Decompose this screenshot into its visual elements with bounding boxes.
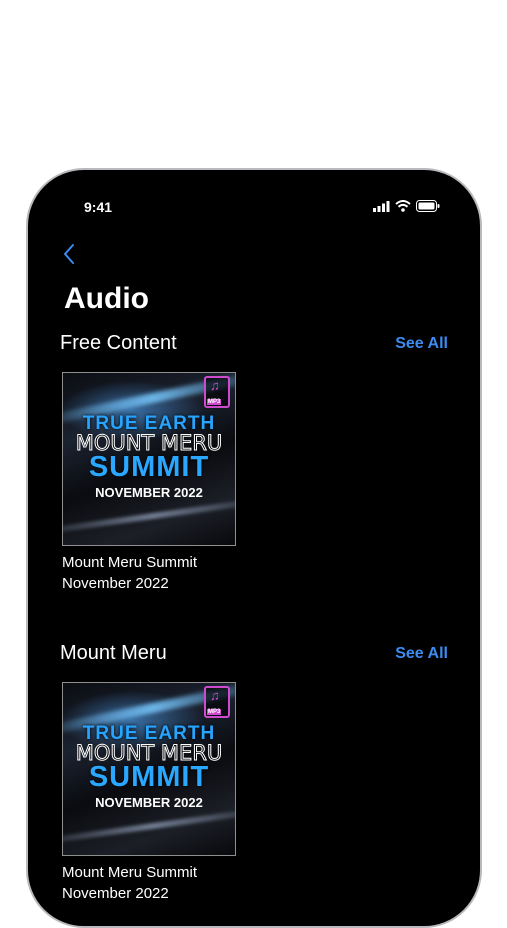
section-title-free-content: Free Content bbox=[60, 332, 177, 354]
back-button[interactable] bbox=[62, 242, 82, 268]
album-artwork: ♫ MP3 TRUE EARTH MOUNT MERU SUMMIT NOVEM… bbox=[62, 372, 236, 546]
wifi-icon bbox=[395, 200, 411, 212]
audio-card-title: Mount Meru Summit November 2022 bbox=[62, 864, 198, 902]
audio-card[interactable]: ♫ MP3 TRUE EARTH MOUNT MERU SUMMIT NOVEM… bbox=[62, 372, 236, 594]
music-note-icon: ♫ bbox=[210, 378, 220, 393]
audio-card-title: Mount Meru Summit November 2022 bbox=[62, 554, 198, 592]
phone-frame: 9:41 Audio Free Content See All ♫ MP3 TR… bbox=[26, 168, 482, 928]
section-title-mount-meru: Mount Meru bbox=[60, 642, 167, 664]
see-all-free-content-button[interactable]: See All bbox=[395, 335, 448, 353]
music-note-icon: ♫ bbox=[210, 688, 220, 703]
signal-icon bbox=[373, 200, 390, 212]
see-all-mount-meru-button[interactable]: See All bbox=[395, 645, 448, 663]
status-time: 9:41 bbox=[84, 199, 113, 215]
mp3-file-icon: ♫ MP3 bbox=[204, 686, 230, 718]
audio-card[interactable]: ♫ MP3 TRUE EARTH MOUNT MERU SUMMIT NOVEM… bbox=[62, 682, 236, 904]
status-icons bbox=[373, 200, 440, 212]
chevron-left-icon bbox=[64, 244, 74, 264]
page-title: Audio bbox=[64, 282, 149, 315]
album-artwork: ♫ MP3 TRUE EARTH MOUNT MERU SUMMIT NOVEM… bbox=[62, 682, 236, 856]
battery-icon bbox=[416, 200, 440, 212]
mp3-file-icon: ♫ MP3 bbox=[204, 376, 230, 408]
